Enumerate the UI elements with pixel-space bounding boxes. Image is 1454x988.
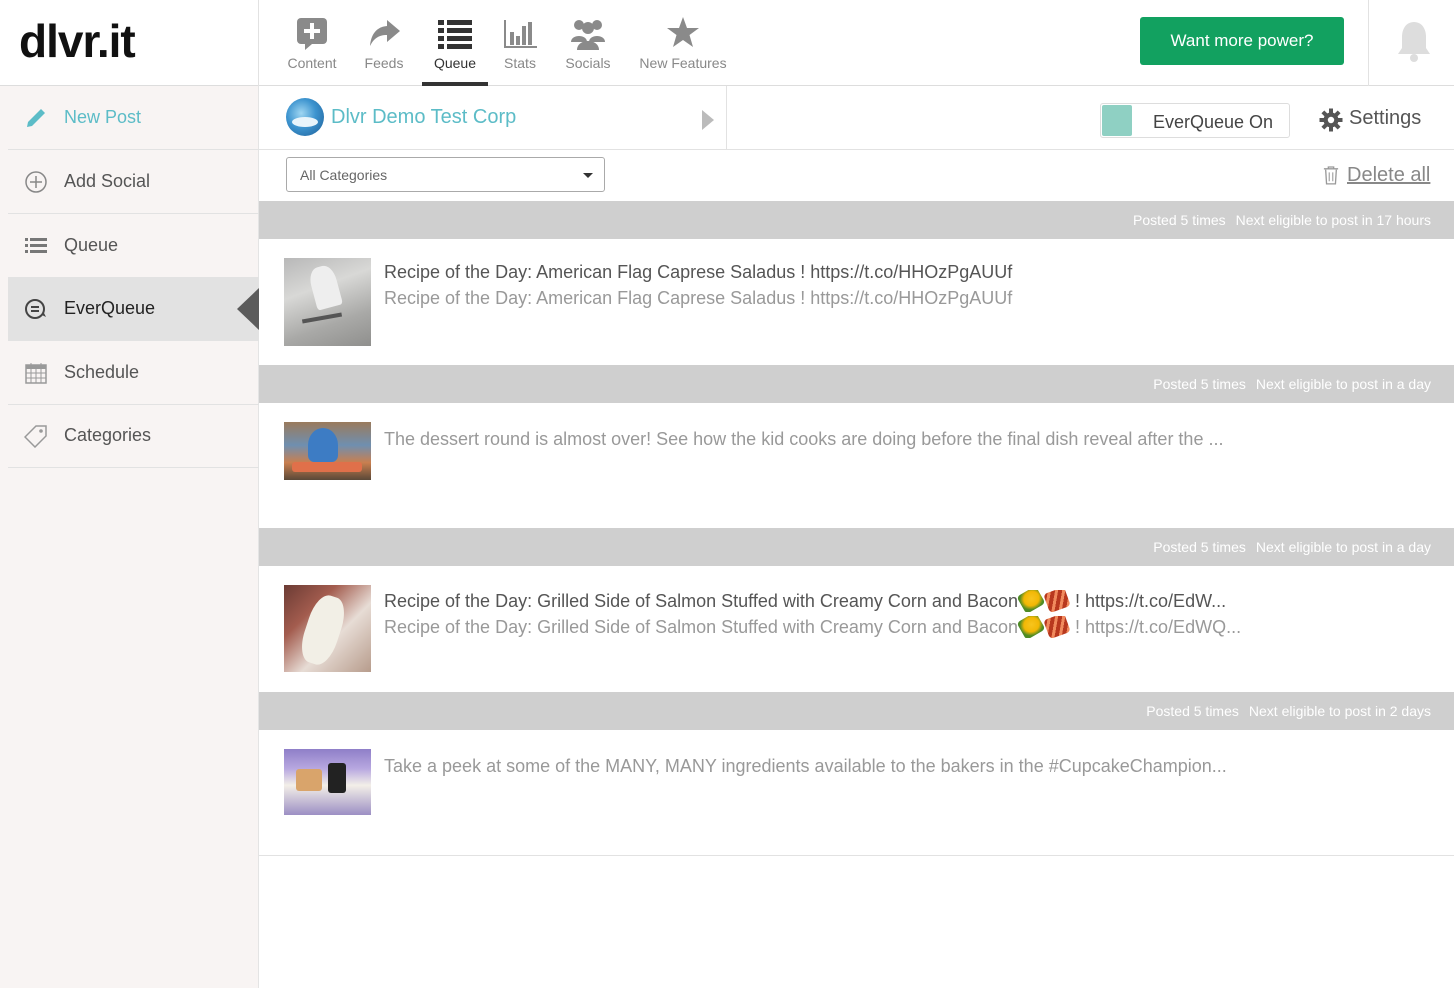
category-filter-select[interactable]: All Categories bbox=[286, 157, 605, 192]
next-eligible: Next eligible to post in a day bbox=[1255, 376, 1431, 392]
nav-feeds[interactable]: Feeds bbox=[346, 0, 422, 86]
top-bar: dlvr.it Content Feeds Queue Stats Social… bbox=[0, 0, 1454, 86]
account-bar: Dlvr Demo Test Corp EverQueue On Setting… bbox=[259, 86, 1454, 150]
users-icon bbox=[571, 20, 605, 50]
nav-content-label: Content bbox=[287, 55, 337, 71]
sidebar-item-label: Schedule bbox=[64, 362, 140, 382]
post-subtitle-link: ! https://t.co/EdWQ... bbox=[1075, 617, 1242, 637]
post-title-text: Recipe of the Day: Grilled Side of Salmo… bbox=[384, 591, 1018, 611]
queue-item-header: Posted 5 times Next eligible to post in 1… bbox=[259, 201, 1454, 239]
queue-item-header: Posted 5 times Next eligible to post in a… bbox=[259, 365, 1454, 403]
bar-chart-icon bbox=[504, 20, 537, 48]
queue-item-header: Posted 5 times Next eligible to post in a… bbox=[259, 528, 1454, 566]
tag-icon bbox=[24, 425, 47, 448]
sidebar-item-everqueue[interactable]: EverQueue bbox=[8, 277, 259, 341]
sidebar-item-categories[interactable]: Categories bbox=[8, 404, 259, 468]
main-nav: Content Feeds Queue Stats Socials New Fe… bbox=[278, 0, 742, 86]
sidebar-item-label: Queue bbox=[64, 235, 119, 255]
account-selector[interactable]: Dlvr Demo Test Corp bbox=[259, 86, 727, 150]
sidebar-item-queue[interactable]: Queue bbox=[8, 214, 259, 278]
sidebar-item-schedule[interactable]: Schedule bbox=[8, 341, 259, 405]
corn-emoji-icon bbox=[1016, 590, 1046, 612]
posted-count: Posted 5 times bbox=[1153, 376, 1246, 392]
list-icon bbox=[438, 20, 472, 49]
post-subtitle: Recipe of the Day: American Flag Caprese… bbox=[384, 288, 1013, 308]
star-icon bbox=[667, 17, 699, 47]
sidebar-item-add-social[interactable]: Add Social bbox=[8, 150, 259, 214]
post-thumbnail[interactable] bbox=[284, 422, 371, 480]
queue-item[interactable]: Recipe of the Day: Grilled Side of Salmo… bbox=[259, 566, 1454, 692]
nav-socials-label: Socials bbox=[565, 55, 611, 71]
calendar-icon bbox=[25, 363, 47, 384]
post-thumbnail[interactable] bbox=[284, 258, 371, 346]
avatar bbox=[286, 98, 324, 136]
nav-stats-label: Stats bbox=[504, 55, 536, 71]
plus-circle-icon bbox=[25, 171, 47, 193]
category-filter-value: All Categories bbox=[300, 167, 388, 183]
toggle-knob bbox=[1102, 105, 1132, 136]
queue-item-header: Posted 5 times Next eligible to post in 2… bbox=[259, 692, 1454, 730]
post-subtitle: Recipe of the Day: Grilled Side of Salmo… bbox=[384, 616, 1264, 638]
account-name: Dlvr Demo Test Corp bbox=[331, 106, 517, 128]
nav-stats[interactable]: Stats bbox=[488, 0, 552, 86]
everqueue-icon bbox=[25, 299, 46, 319]
posted-count: Posted 5 times bbox=[1146, 703, 1239, 719]
nav-queue-label: Queue bbox=[433, 55, 477, 71]
post-title[interactable]: Take a peek at some of the MANY, MANY in… bbox=[384, 756, 1264, 777]
delete-all-label: Delete all bbox=[1347, 164, 1431, 186]
trash-icon bbox=[1323, 166, 1339, 185]
sidebar-item-new-post[interactable]: New Post bbox=[8, 86, 259, 150]
upgrade-button[interactable]: Want more power? bbox=[1140, 17, 1344, 65]
sidebar-item-label: EverQueue bbox=[64, 298, 156, 318]
chevron-right-icon bbox=[702, 110, 714, 130]
logo[interactable]: dlvr.it bbox=[0, 0, 259, 86]
sidebar-item-label: New Post bbox=[64, 107, 142, 127]
logo-text: dlvr.it bbox=[19, 15, 136, 67]
sidebar: New Post Add Social Queue EverQueue Sche… bbox=[0, 86, 259, 988]
post-title-link: ! https://t.co/EdW... bbox=[1075, 591, 1227, 611]
next-eligible: Next eligible to post in 2 days bbox=[1248, 703, 1431, 719]
post-title[interactable]: Recipe of the Day: Grilled Side of Salmo… bbox=[384, 590, 1264, 612]
queue-item[interactable]: Take a peek at some of the MANY, MANY in… bbox=[259, 730, 1454, 855]
list-icon bbox=[25, 238, 47, 253]
posted-count: Posted 5 times bbox=[1133, 212, 1226, 228]
post-thumbnail[interactable] bbox=[284, 585, 371, 672]
notifications[interactable] bbox=[1368, 0, 1454, 86]
nav-socials[interactable]: Socials bbox=[552, 0, 624, 86]
post-title[interactable]: Recipe of the Day: American Flag Caprese… bbox=[384, 262, 1264, 283]
bacon-emoji-icon bbox=[1043, 616, 1071, 638]
chevron-down-icon bbox=[583, 173, 593, 178]
queue-item[interactable]: The dessert round is almost over! See ho… bbox=[259, 403, 1454, 528]
post-subtitle-text: Recipe of the Day: Grilled Side of Salmo… bbox=[384, 617, 1018, 637]
gear-icon bbox=[1319, 108, 1343, 132]
post-thumbnail[interactable] bbox=[284, 749, 371, 815]
queue-item[interactable]: Recipe of the Day: American Flag Caprese… bbox=[259, 239, 1454, 365]
posted-count: Posted 5 times bbox=[1153, 539, 1246, 555]
nav-new-features[interactable]: New Features bbox=[624, 0, 742, 86]
sidebar-item-label: Add Social bbox=[64, 171, 151, 191]
pencil-icon bbox=[27, 109, 45, 127]
content-plus-icon bbox=[297, 18, 327, 50]
share-arrow-icon bbox=[370, 20, 400, 46]
everqueue-toggle-label: EverQueue On bbox=[1153, 112, 1274, 132]
nav-queue[interactable]: Queue bbox=[422, 0, 488, 86]
next-eligible: Next eligible to post in a day bbox=[1255, 539, 1431, 555]
bell-icon bbox=[1398, 22, 1430, 62]
sidebar-item-label: Categories bbox=[64, 425, 152, 445]
nav-feeds-label: Feeds bbox=[364, 55, 404, 71]
divider bbox=[259, 855, 1454, 856]
next-eligible: Next eligible to post in 17 hours bbox=[1235, 212, 1431, 228]
corn-emoji-icon bbox=[1016, 616, 1046, 638]
settings-label: Settings bbox=[1349, 107, 1422, 129]
nav-new-features-label: New Features bbox=[639, 55, 727, 71]
bacon-emoji-icon bbox=[1043, 590, 1071, 612]
post-title[interactable]: The dessert round is almost over! See ho… bbox=[384, 429, 1264, 450]
nav-content[interactable]: Content bbox=[278, 0, 346, 86]
everqueue-toggle[interactable]: EverQueue On bbox=[1100, 103, 1290, 138]
